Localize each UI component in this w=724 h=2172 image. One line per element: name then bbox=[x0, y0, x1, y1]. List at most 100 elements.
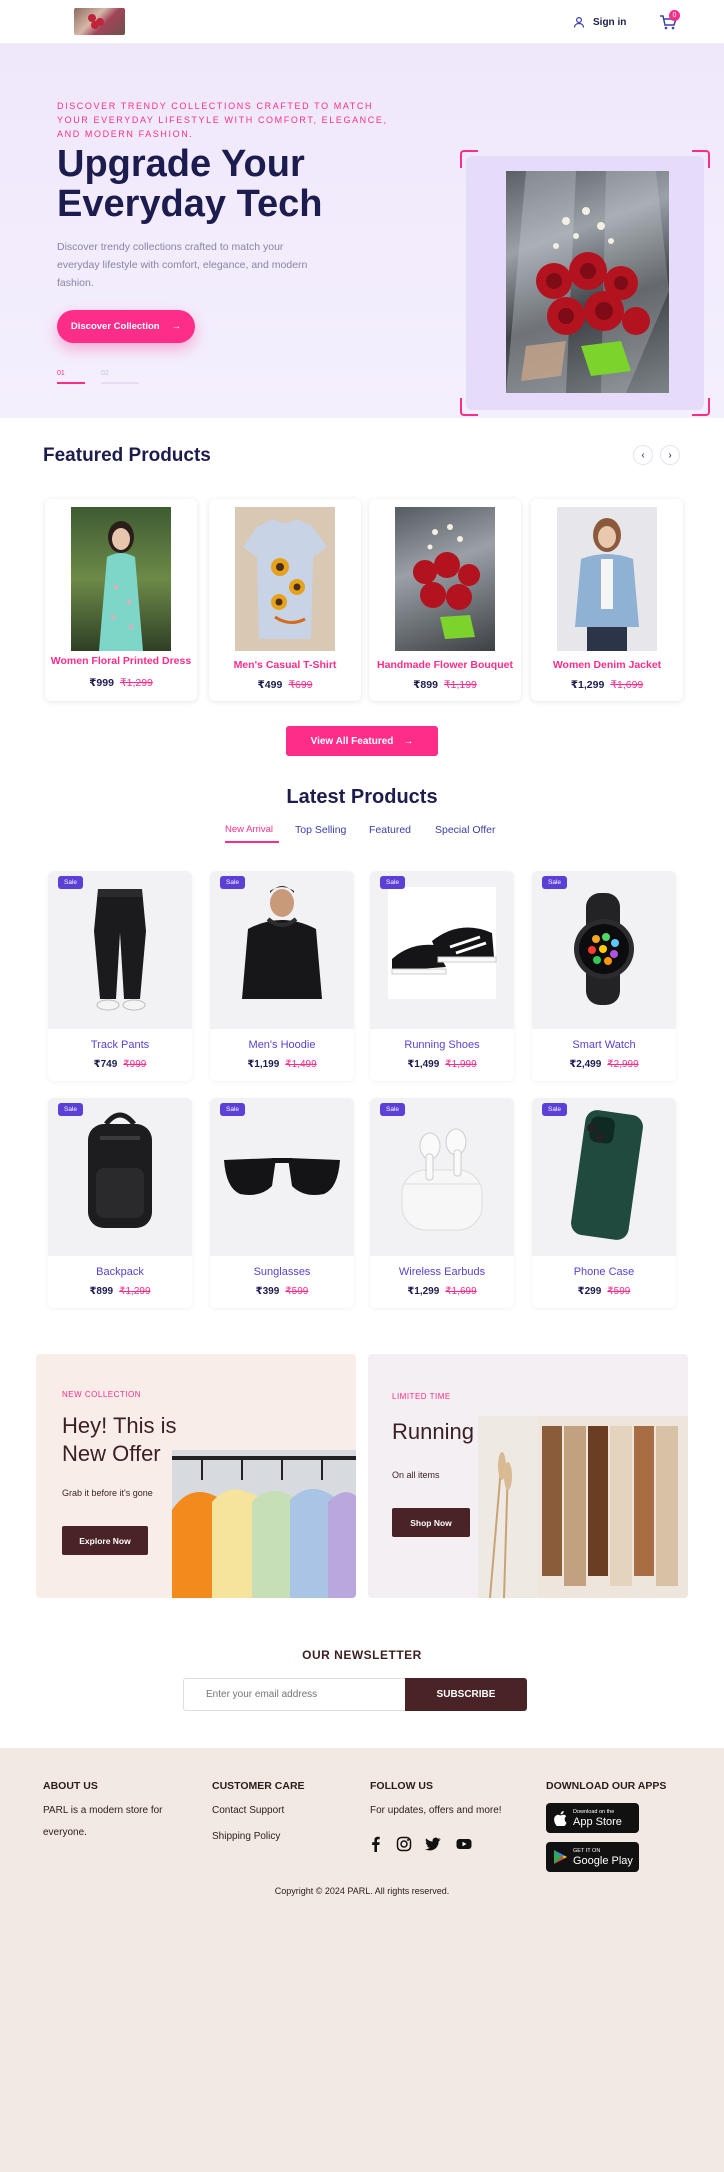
product-card[interactable]: Sale Men's Hoodie ₹1,199 ₹1,499 bbox=[210, 871, 354, 1081]
tab-special-offer[interactable]: Special Offer bbox=[435, 824, 496, 836]
clothes-rack-image bbox=[478, 1416, 688, 1598]
frame-corner-top-right bbox=[692, 150, 710, 168]
product-price: ₹399 ₹599 bbox=[210, 1286, 354, 1297]
footer-link-contact-support[interactable]: Contact Support bbox=[212, 1800, 284, 1822]
product-card[interactable]: Sale Track Pants ₹749 ₹999 bbox=[48, 871, 192, 1081]
price-current: ₹499 bbox=[257, 679, 283, 691]
footer-link-shipping-policy[interactable]: Shipping Policy bbox=[212, 1826, 280, 1848]
featured-prev-button[interactable]: ‹ bbox=[633, 445, 653, 465]
price-original: ₹1,699 bbox=[610, 679, 644, 691]
featured-product-price: ₹899 ₹1,199 bbox=[369, 679, 521, 691]
price-original: ₹1,299 bbox=[119, 1286, 151, 1297]
product-card[interactable]: Sale Backpack ₹899 ₹1,299 bbox=[48, 1098, 192, 1308]
product-card[interactable]: Sale Sunglasses ₹399 ₹599 bbox=[210, 1098, 354, 1308]
slide-next[interactable]: 02 bbox=[101, 370, 109, 377]
twitter-icon[interactable] bbox=[425, 1836, 441, 1852]
offer-subtitle: On all items bbox=[392, 1470, 440, 1480]
price-original: ₹999 bbox=[123, 1059, 147, 1070]
product-card[interactable]: Sale Smart Watch ₹2,499 ₹2,999 bbox=[532, 871, 676, 1081]
price-original: ₹1,299 bbox=[119, 677, 153, 689]
product-price: ₹2,499 ₹2,999 bbox=[532, 1059, 676, 1070]
price-current: ₹1,299 bbox=[570, 679, 605, 691]
product-card[interactable]: Sale Wireless Earbuds ₹1,299 ₹1,699 bbox=[370, 1098, 514, 1308]
sale-badge: Sale bbox=[58, 876, 84, 889]
sale-badge: Sale bbox=[58, 1103, 84, 1116]
price-current: ₹1,199 bbox=[247, 1059, 280, 1070]
sign-in-link[interactable]: Sign in bbox=[573, 12, 626, 32]
sale-badge: Sale bbox=[220, 1103, 246, 1116]
offer-kicker: NEW COLLECTION bbox=[62, 1390, 142, 1399]
product-card[interactable]: Sale Phone Case ₹299 ₹599 bbox=[532, 1098, 676, 1308]
featured-card[interactable]: Handmade Flower Bouquet ₹899 ₹1,199 bbox=[369, 499, 521, 701]
hero-section: Discover trendy collections crafted to m… bbox=[0, 44, 724, 418]
product-image-running-shoes bbox=[370, 871, 514, 1029]
explore-now-button[interactable]: Explore Now bbox=[62, 1526, 148, 1555]
slide-progress-fill bbox=[57, 382, 85, 384]
price-original: ₹599 bbox=[285, 1286, 309, 1297]
price-current: ₹1,299 bbox=[407, 1286, 440, 1297]
featured-card[interactable]: Women Denim Jacket ₹1,299 ₹1,699 bbox=[531, 499, 683, 701]
featured-card[interactable]: Women Floral Printed Dress ₹999 ₹1,299 bbox=[45, 499, 197, 701]
price-current: ₹1,499 bbox=[407, 1059, 440, 1070]
featured-next-button[interactable]: › bbox=[660, 445, 680, 465]
discover-collection-label: Discover Collection bbox=[70, 321, 160, 332]
facebook-icon[interactable] bbox=[368, 1836, 384, 1852]
product-image-sunglasses bbox=[210, 1098, 354, 1256]
frame-corner-bottom-left bbox=[460, 398, 478, 416]
view-all-featured-button[interactable]: View All Featured → bbox=[286, 726, 438, 756]
arrow-right-icon: → bbox=[403, 735, 414, 747]
apple-icon bbox=[554, 1810, 567, 1826]
slide-current[interactable]: 01 bbox=[57, 370, 65, 377]
product-image-smart-watch bbox=[532, 871, 676, 1029]
google-play-small-text: GET IT ON bbox=[573, 1847, 601, 1854]
running-offers-banner: LIMITED TIME Running Offers On all items… bbox=[368, 1354, 688, 1598]
tab-top-selling[interactable]: Top Selling bbox=[295, 824, 346, 836]
chevron-left-icon: ‹ bbox=[641, 449, 645, 461]
newsletter-email-input[interactable] bbox=[183, 1678, 405, 1711]
site-header: Sign in 0 bbox=[0, 0, 724, 44]
youtube-icon[interactable] bbox=[456, 1836, 472, 1852]
price-current: ₹899 bbox=[89, 1286, 114, 1297]
view-all-label: View All Featured bbox=[310, 735, 394, 747]
copyright-text: Copyright © 2024 PARL. All rights reserv… bbox=[274, 1886, 450, 1896]
tab-new-arrival[interactable]: New Arrival bbox=[225, 824, 273, 835]
product-price: ₹899 ₹1,299 bbox=[48, 1286, 192, 1297]
latest-tabs: New Arrival Top Selling Featured Special… bbox=[0, 824, 724, 844]
instagram-icon[interactable] bbox=[396, 1836, 412, 1852]
subscribe-button[interactable]: SUBSCRIBE bbox=[405, 1678, 527, 1711]
featured-product-name: Women Floral Printed Dress bbox=[50, 655, 192, 667]
price-original: ₹599 bbox=[607, 1286, 631, 1297]
product-image-track-pants bbox=[48, 871, 192, 1029]
newsletter-title: OUR NEWSLETTER bbox=[302, 1648, 422, 1662]
slide-progress-track bbox=[101, 382, 139, 384]
arrow-right-icon: → bbox=[171, 321, 182, 332]
chevron-right-icon: › bbox=[668, 449, 672, 461]
product-name: Smart Watch bbox=[572, 1039, 636, 1051]
footer-care-title: CUSTOMER CARE bbox=[212, 1780, 305, 1792]
price-original: ₹2,999 bbox=[607, 1059, 639, 1070]
price-original: ₹1,499 bbox=[285, 1059, 317, 1070]
featured-title: Featured Products bbox=[43, 445, 211, 466]
shop-now-button[interactable]: Shop Now bbox=[392, 1508, 470, 1537]
featured-card[interactable]: Men's Casual T-Shirt ₹499 ₹699 bbox=[209, 499, 361, 701]
app-store-badge[interactable]: Download on the App Store bbox=[546, 1803, 639, 1833]
product-card[interactable]: Sale Running Shoes ₹1,499 ₹1,999 bbox=[370, 871, 514, 1081]
sale-badge: Sale bbox=[542, 876, 568, 889]
store-logo[interactable] bbox=[74, 8, 125, 35]
sale-badge: Sale bbox=[220, 876, 246, 889]
product-image-jacket bbox=[557, 507, 657, 651]
discover-collection-button[interactable]: Discover Collection → bbox=[57, 310, 195, 343]
sale-badge: Sale bbox=[380, 876, 406, 889]
hero-kicker: Discover trendy collections crafted to m… bbox=[57, 101, 388, 139]
product-image-backpack bbox=[48, 1098, 192, 1256]
footer-about-title: ABOUT US bbox=[43, 1780, 98, 1792]
price-current: ₹999 bbox=[89, 677, 114, 689]
google-play-badge[interactable]: GET IT ON Google Play bbox=[546, 1842, 639, 1872]
price-current: ₹2,499 bbox=[569, 1059, 602, 1070]
google-play-icon bbox=[554, 1850, 567, 1864]
app-store-small-text: Download on the bbox=[573, 1808, 615, 1815]
google-play-big-text: Google Play bbox=[573, 1854, 633, 1867]
price-original: ₹699 bbox=[288, 679, 313, 691]
tab-featured[interactable]: Featured bbox=[369, 824, 411, 836]
product-image-hoodie bbox=[210, 871, 354, 1029]
